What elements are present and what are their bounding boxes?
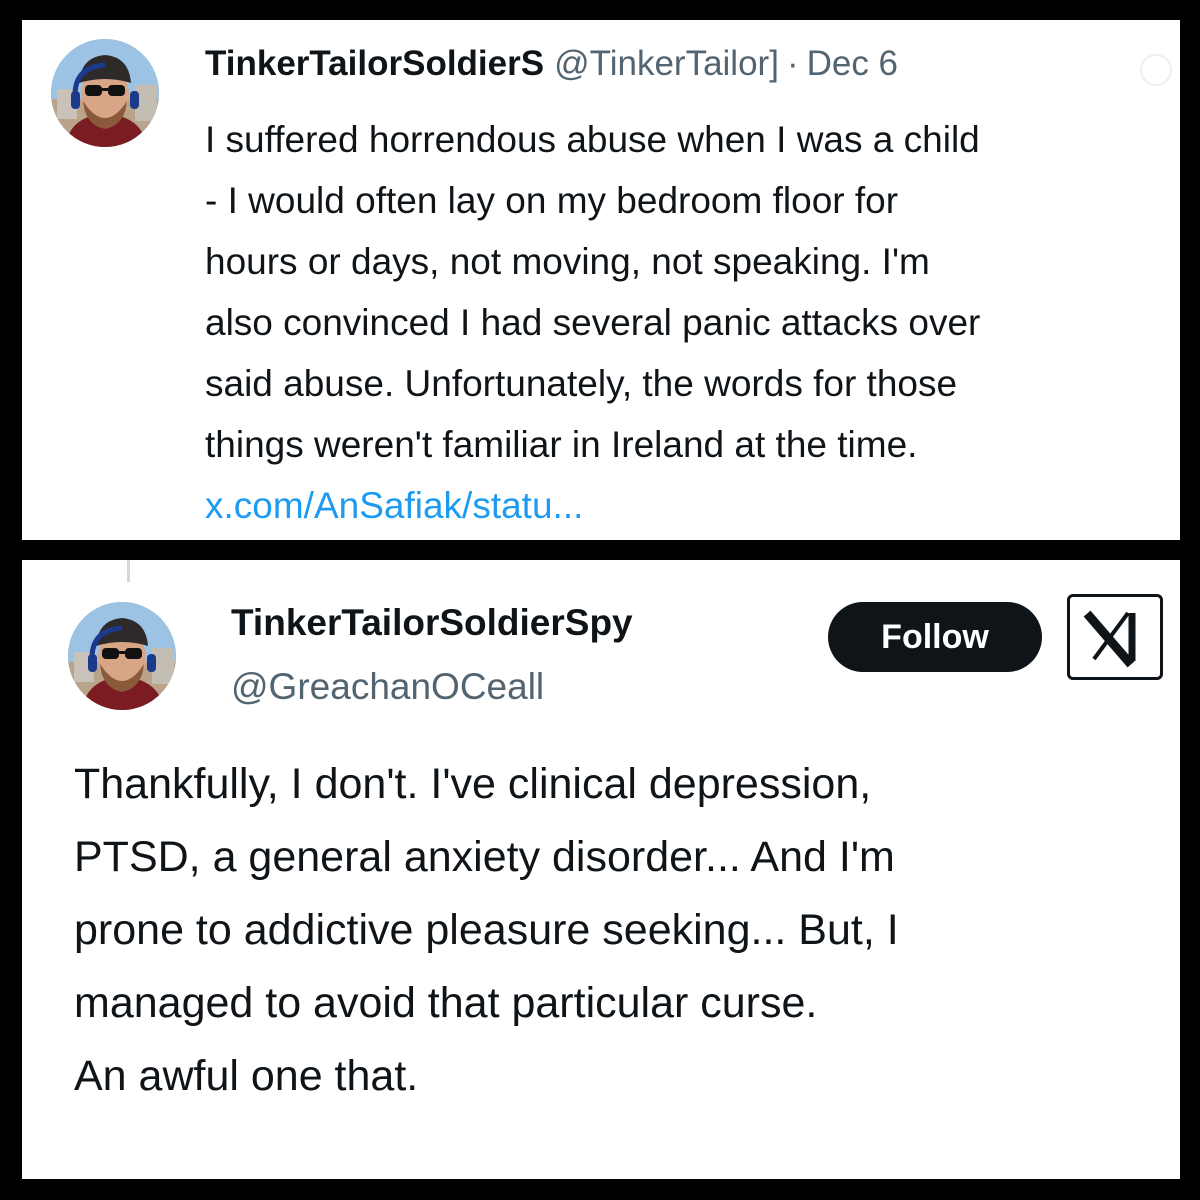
more-options-icon xyxy=(1140,54,1172,86)
display-name[interactable]: TinkerTailorSoldierS xyxy=(205,44,544,83)
tweet-text-line: An awful one that. xyxy=(74,1052,419,1100)
top-tweet-card: TinkerTailorSoldierS @TinkerTailor] · Dec 6… xyxy=(22,20,1180,540)
tweet-text-line: I suffered horrendous abuse when I was a… xyxy=(205,119,980,160)
tweet-text-line: hours or days, not moving, not speaking.… xyxy=(205,241,930,282)
tweet-text-line: managed to avoid that particular curse. xyxy=(74,979,818,1027)
tweet-text: I suffered horrendous abuse when I was a… xyxy=(205,109,1175,536)
tweet-text-line: things weren't familiar in Ireland at th… xyxy=(205,424,918,465)
tweet-text-line: said abuse. Unfortunately, the words for… xyxy=(205,363,958,404)
avatar[interactable] xyxy=(68,602,176,710)
thread-connector-line xyxy=(127,560,130,582)
user-handle[interactable]: @GreachanOCeall xyxy=(231,664,544,710)
tweet-text-line: - I would often lay on my bedroom floor … xyxy=(205,180,899,221)
tweet-text-line: Thankfully, I don't. I've clinical depre… xyxy=(74,760,872,808)
display-name[interactable]: TinkerTailorSoldierSpy xyxy=(231,600,633,646)
profile-photo-icon xyxy=(51,39,159,147)
tweet-text-line: prone to addictive pleasure seeking... B… xyxy=(74,906,899,954)
x-logo-icon[interactable] xyxy=(1067,594,1163,680)
separator-dot: · xyxy=(786,44,799,83)
avatar[interactable] xyxy=(51,39,159,147)
profile-photo-icon xyxy=(68,602,176,710)
tweet-text: Thankfully, I don't. I've clinical depre… xyxy=(74,748,1164,1113)
user-handle[interactable]: @TinkerTailor] xyxy=(554,44,779,83)
tweet-text-line: PTSD, a general anxiety disorder... And … xyxy=(74,833,895,881)
tweet-text-line: also convinced I had several panic attac… xyxy=(205,302,981,343)
tweet-header: TinkerTailorSoldierS @TinkerTailor] · Dec 6 xyxy=(205,42,898,86)
bottom-tweet-card: TinkerTailorSoldierSpy @GreachanOCeall F… xyxy=(22,560,1180,1179)
tweet-date[interactable]: Dec 6 xyxy=(807,44,898,83)
follow-button[interactable]: Follow xyxy=(828,602,1042,672)
quoted-tweet-link[interactable]: x.com/AnSafiak/statu... xyxy=(205,475,1175,536)
